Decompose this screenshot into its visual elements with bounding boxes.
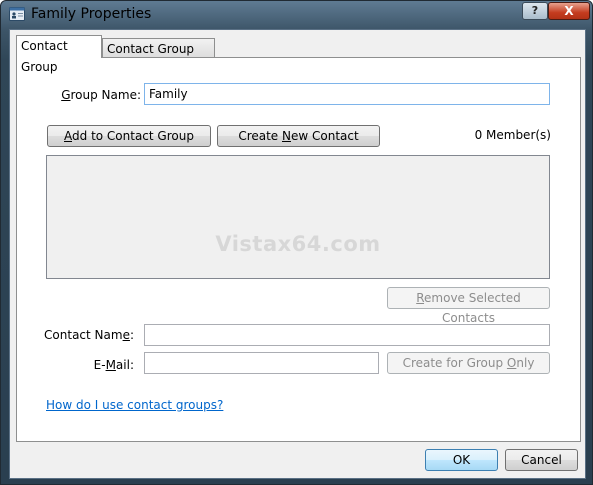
help-icon: ? <box>531 4 539 17</box>
dialog-window: Family Properties ? X Contact Group Cont… <box>0 0 593 485</box>
tab-panel: Group Name: Family Add to Contact Group … <box>16 57 581 442</box>
create-for-group-only-button[interactable]: Create for Group Only <box>387 352 550 374</box>
create-new-contact-button[interactable]: Create New Contact <box>217 125 380 147</box>
group-name-input[interactable]: Family <box>144 83 550 105</box>
email-input[interactable] <box>144 352 379 374</box>
cancel-button[interactable]: Cancel <box>505 449 578 471</box>
group-name-label: Group Name: <box>61 88 141 102</box>
close-button[interactable]: X <box>548 2 590 20</box>
close-icon: X <box>564 4 574 18</box>
add-to-contact-group-button[interactable]: Add to Contact Group <box>47 125 211 147</box>
remove-selected-contacts-button[interactable]: Remove Selected Contacts <box>387 287 550 325</box>
window-title: Family Properties <box>31 6 152 22</box>
contact-name-label: Contact Name: <box>44 328 134 342</box>
help-button[interactable]: ? <box>522 2 548 20</box>
tab-contact-group[interactable]: Contact Group <box>16 35 102 74</box>
members-list[interactable]: Vistax64.com <box>46 155 550 279</box>
contacts-app-icon <box>9 7 25 21</box>
title-bar[interactable]: Family Properties ? X <box>1 1 592 29</box>
email-label: E-Mail: <box>93 358 134 372</box>
dialog-client-area: Contact Group Contact Group Details Grou… <box>9 29 586 479</box>
help-link[interactable]: How do I use contact groups? <box>46 398 223 412</box>
watermark-text: Vistax64.com <box>215 232 381 256</box>
tab-contact-group-details[interactable]: Contact Group Details <box>102 38 215 76</box>
ok-button[interactable]: OK <box>425 449 498 471</box>
member-count: 0 Member(s) <box>474 128 551 142</box>
contact-name-input[interactable] <box>144 324 550 346</box>
